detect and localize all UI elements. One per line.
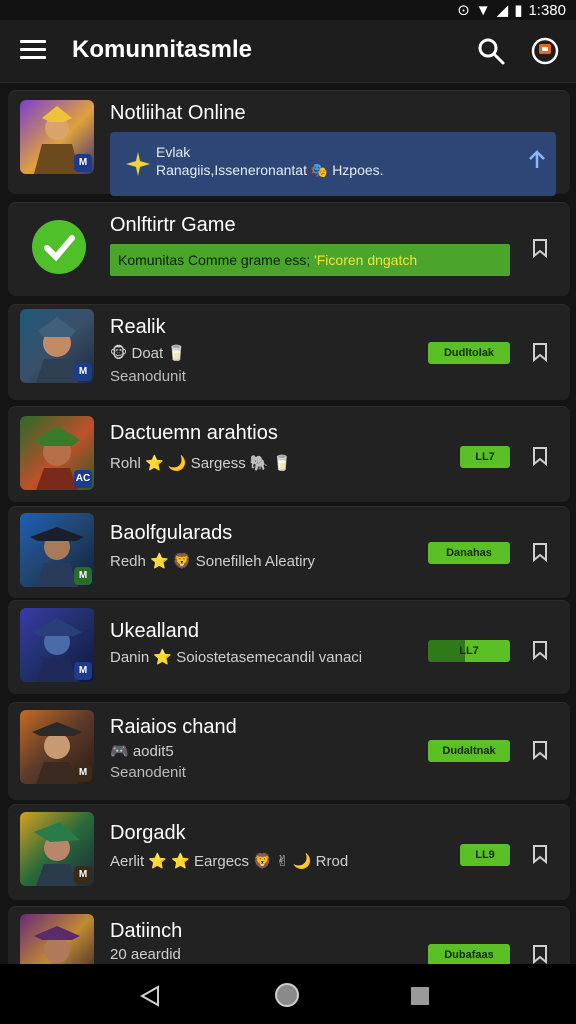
notification-banner-title: Evlak (156, 144, 191, 160)
promo-bar[interactable]: Komunitas Comme grame ess; 'Ficoren dnga… (110, 244, 510, 276)
bookmark-icon[interactable] (532, 446, 548, 466)
bookmark-icon[interactable] (532, 542, 548, 562)
item-title: Dactuemn arahtios (110, 422, 278, 444)
item-meta: 20 aeardid (110, 946, 181, 963)
menu-icon-line (20, 48, 46, 51)
bookmark-icon[interactable] (532, 640, 548, 660)
recents-icon[interactable] (408, 984, 432, 1008)
item-avatar: M (20, 513, 94, 587)
status-bar: ⊙ ▼ ◢ ▮ 1:380 (0, 0, 576, 20)
bookmark-icon[interactable] (532, 844, 548, 864)
platform-badge: M (74, 866, 92, 884)
search-button[interactable] (476, 36, 506, 66)
profile-button[interactable] (530, 36, 560, 66)
notification-banner[interactable]: Evlak Ranagiis,Isseneronantat 🎭 Hzpoes. (110, 132, 556, 196)
notification-avatar: M (20, 100, 94, 174)
notification-card[interactable]: M Notliihat Online Evlak Ranagiis,Issene… (8, 90, 570, 196)
platform-badge: M (74, 154, 92, 172)
item-pill[interactable]: Danahas (428, 542, 510, 564)
community-list: M Notliihat Online Evlak Ranagiis,Issene… (0, 88, 576, 964)
bookmark-icon[interactable] (532, 944, 548, 964)
platform-badge: M (74, 764, 92, 782)
platform-badge: AC (74, 470, 92, 488)
status-icons: ⊙ ▼ ◢ ▮ 1:380 (457, 0, 566, 20)
status-time: 1:380 (528, 1, 566, 19)
item-title: Baolfgularads (110, 522, 233, 544)
item-meta: Redh ⭐ 🦁 Sonefilleh Aleatiry (110, 553, 315, 570)
item-avatar (20, 914, 94, 964)
promo-text: Komunitas Comme grame ess; (118, 252, 315, 268)
bookmark-icon[interactable] (532, 740, 548, 760)
arrow-up-icon[interactable] (528, 150, 546, 170)
wifi-icon: ▼ (475, 1, 491, 19)
item-meta: 🎮 aodit5 (110, 743, 174, 760)
item-avatar: M (20, 812, 94, 886)
item-pill[interactable]: Dudltolak (428, 342, 510, 364)
search-icon (478, 38, 505, 65)
item-status: Seanodenit (110, 764, 186, 781)
list-item[interactable]: AC Dactuemn arahtios Rohl ⭐ 🌙 Sargess 🐘 … (8, 406, 570, 502)
bookmark-icon[interactable] (532, 342, 548, 362)
list-item[interactable]: Datiinch 20 aeardid Dubafaas (8, 906, 570, 964)
menu-icon-line (20, 56, 46, 59)
item-avatar: M (20, 710, 94, 784)
item-title: Raiaios chand (110, 716, 237, 738)
item-title: Datiinch (110, 920, 183, 942)
app-bar: Komunnitasmle (0, 20, 576, 83)
item-pill[interactable]: Dudaltnak (428, 740, 510, 762)
item-pill[interactable]: LL7 (460, 446, 510, 468)
back-icon[interactable] (138, 984, 162, 1008)
notification-banner-text: Ranagiis,Isseneronantat 🎭 Hzpoes. (156, 162, 384, 178)
list-item[interactable]: M Realik 🐵 Doat 🥛 Seanodunit Dudltolak (8, 304, 570, 400)
item-avatar: M (20, 309, 94, 383)
platform-badge: M (74, 363, 92, 381)
item-status: Seanodunit (110, 368, 186, 385)
system-nav-bar (0, 964, 576, 1024)
battery-icon: ▮ (514, 2, 523, 19)
item-title: Dorgadk (110, 822, 186, 844)
game-card-title: Onlftirtr Game (110, 214, 236, 236)
sync-icon: ⊙ (457, 2, 470, 19)
list-item[interactable]: M Baolfgularads Redh ⭐ 🦁 Sonefilleh Alea… (8, 506, 570, 598)
item-pill[interactable]: LL7 (428, 640, 510, 662)
menu-button[interactable] (20, 40, 46, 62)
bookmark-icon[interactable] (532, 238, 548, 258)
item-avatar: AC (20, 416, 94, 490)
item-meta: 🐵 Doat 🥛 (110, 345, 187, 362)
item-avatar: M (20, 608, 94, 682)
menu-icon-line (20, 40, 46, 43)
item-pill[interactable]: LL9 (460, 844, 510, 866)
item-meta: Rohl ⭐ 🌙 Sargess 🐘 🥛 (110, 455, 292, 472)
item-meta: Aerlit ⭐ ⭐ Eargecs 🦁 ✌ 🌙 Rrod (110, 853, 349, 870)
list-item[interactable]: M Ukealland Danin ⭐ Soiostetasemecandil … (8, 600, 570, 694)
profile-icon (531, 37, 559, 65)
item-meta: Danin ⭐ Soiostetasemecandil vanaci (110, 649, 363, 666)
home-icon[interactable] (274, 982, 300, 1008)
list-item[interactable]: M Raiaios chand 🎮 aodit5 Seanodenit Duda… (8, 702, 570, 800)
platform-badge: M (74, 567, 92, 585)
item-pill[interactable]: Dubafaas (428, 944, 510, 964)
check-circle-icon (32, 220, 86, 274)
app-title: Komunnitasmle (72, 36, 253, 63)
sparkle-icon (126, 152, 150, 176)
item-title: Realik (110, 316, 166, 338)
hero-portrait-icon (34, 926, 80, 963)
notification-title: Notliihat Online (110, 102, 246, 124)
game-card[interactable]: Onlftirtr Game Komunitas Comme grame ess… (8, 202, 570, 296)
platform-badge: M (74, 662, 92, 680)
item-title: Ukealland (110, 620, 199, 642)
signal-icon: ◢ (496, 2, 509, 19)
list-item[interactable]: M Dorgadk Aerlit ⭐ ⭐ Eargecs 🦁 ✌ 🌙 Rrod … (8, 804, 570, 900)
promo-highlight: 'Ficoren dngatch (314, 252, 418, 268)
